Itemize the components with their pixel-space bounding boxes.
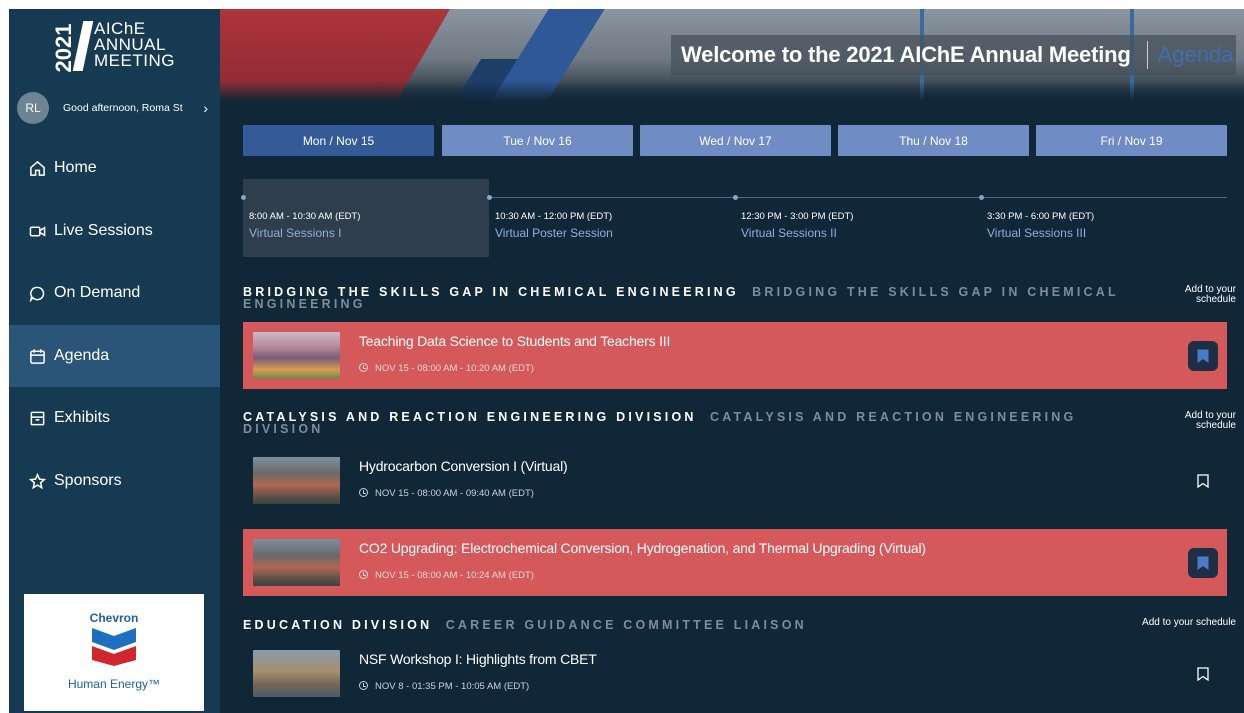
bookmark-button[interactable] [1188, 659, 1218, 689]
bookmark-icon [1197, 667, 1209, 681]
bookmark-button[interactable] [1188, 466, 1218, 496]
aiche-logo[interactable]: 2021 AIChE ANNUAL MEETING [51, 19, 194, 75]
app-window: 2021 AIChE ANNUAL MEETING RL Good aftern… [9, 9, 1244, 713]
add-to-schedule-link[interactable]: Add to your schedule [1185, 285, 1236, 305]
sponsor-tagline: Human Energy™ [67, 677, 161, 691]
sidebar-item-exhibits[interactable]: Exhibits [9, 387, 220, 449]
session-thumbnail [253, 332, 340, 379]
main-content: Welcome to the 2021 AIChE Annual Meeting… [220, 9, 1244, 713]
timeline-dot [979, 195, 984, 200]
avatar: RL [17, 92, 49, 124]
tab-thu-nov-18[interactable]: Thu / Nov 18 [838, 125, 1029, 156]
greeting-text: Good afternoon, Roma St [63, 102, 183, 114]
header-banner: Welcome to the 2021 AIChE Annual Meeting… [220, 9, 1244, 101]
sidebar-item-label: Live Sessions [54, 222, 153, 239]
sidebar-item-label: Agenda [54, 347, 110, 364]
session-title: Hydrocarbon Conversion I (Virtual) [359, 458, 568, 474]
tab-tue-nov-16[interactable]: Tue / Nov 16 [442, 125, 633, 156]
slot-title: Virtual Sessions II [741, 226, 837, 240]
slot-title: Virtual Sessions III [987, 226, 1087, 240]
section-title: EDUCATION DIVISION [243, 618, 433, 632]
add-to-schedule-link[interactable]: Add to your schedule [1185, 411, 1236, 431]
slot-title: Virtual Sessions I [249, 226, 342, 240]
session-thumbnail [253, 539, 340, 586]
exhibit-box-icon [28, 409, 46, 427]
sponsor-banner-chevron[interactable]: Chevron Human Energy™ [24, 594, 204, 711]
sidebar: 2021 AIChE ANNUAL MEETING RL Good aftern… [9, 9, 220, 713]
bookmark-icon [1197, 474, 1209, 488]
clock-icon [359, 488, 368, 497]
section-subtitle: CAREER GUIDANCE COMMITTEE LIAISON [445, 618, 807, 632]
clock-icon [359, 363, 368, 372]
bookmark-button[interactable] [1188, 548, 1218, 578]
timeline-dot [241, 195, 246, 200]
calendar-icon [28, 347, 46, 365]
session-time: NOV 15 - 08:00 AM - 10:24 AM (EDT) [359, 570, 534, 581]
section-heading: BRIDGING THE SKILLS GAP IN CHEMICAL ENGI… [243, 286, 1123, 311]
slot-title: Virtual Poster Session [495, 226, 613, 240]
user-greeting[interactable]: RL Good afternoon, Roma St › [17, 92, 212, 124]
session-time: NOV 15 - 08:00 AM - 09:40 AM (EDT) [359, 488, 534, 499]
bookmark-icon [1197, 556, 1209, 570]
session-thumbnail [253, 650, 340, 697]
slot-time: 8:00 AM - 10:30 AM (EDT) [249, 211, 361, 222]
divider [1146, 41, 1148, 69]
chat-bubble-icon [28, 284, 46, 302]
tab-fri-nov-19[interactable]: Fri / Nov 19 [1036, 125, 1227, 156]
sidebar-item-live-sessions[interactable]: Live Sessions [9, 200, 220, 262]
slot-time: 10:30 AM - 12:00 PM (EDT) [495, 211, 613, 222]
session-title: NSF Workshop I: Highlights from CBET [359, 651, 597, 667]
section-heading: EDUCATION DIVISION CAREER GUIDANCE COMMI… [243, 618, 1123, 632]
sidebar-item-on-demand[interactable]: On Demand [9, 262, 220, 324]
welcome-box: Welcome to the 2021 AIChE Annual Meeting… [671, 35, 1236, 75]
sidebar-item-agenda[interactable]: Agenda [9, 325, 220, 387]
session-title: Teaching Data Science to Students and Te… [359, 333, 671, 349]
session-time: NOV 15 - 08:00 AM - 10:20 AM (EDT) [359, 363, 534, 374]
session-row[interactable]: Teaching Data Science to Students and Te… [243, 322, 1227, 389]
home-icon [28, 159, 46, 177]
tab-wed-nov-17[interactable]: Wed / Nov 17 [640, 125, 831, 156]
slot-time: 12:30 PM - 3:00 PM (EDT) [741, 211, 854, 222]
logo-name: AIChE ANNUAL MEETING [94, 19, 175, 70]
clock-icon [359, 681, 368, 690]
video-icon [28, 222, 46, 240]
add-to-schedule-link[interactable]: Add to your schedule [1142, 618, 1236, 628]
page-title: Welcome to the 2021 AIChE Annual Meeting [681, 42, 1131, 67]
tab-mon-nov-15[interactable]: Mon / Nov 15 [243, 125, 434, 156]
session-time: NOV 8 - 01:35 PM - 10:05 AM (EDT) [359, 681, 529, 692]
section-heading: CATALYSIS AND REACTION ENGINEERING DIVIS… [243, 411, 1123, 436]
bookmark-icon [1197, 349, 1209, 363]
session-thumbnail [253, 457, 340, 504]
timeline-dot [733, 195, 738, 200]
page-subtitle: Agenda [1157, 42, 1234, 67]
sidebar-item-label: Exhibits [54, 409, 111, 426]
star-icon [28, 472, 46, 490]
sidebar-item-home[interactable]: Home [9, 137, 220, 199]
sidebar-item-label: Home [54, 159, 97, 176]
slot-time: 3:30 PM - 6:00 PM (EDT) [987, 211, 1095, 222]
sponsor-brand: Chevron [89, 611, 139, 625]
sidebar-item-label: On Demand [54, 284, 141, 301]
clock-icon [359, 570, 368, 579]
session-title: CO2 Upgrading: Electrochemical Conversio… [359, 540, 926, 556]
time-slot[interactable]: 3:30 PM - 6:00 PM (EDT) Virtual Sessions… [979, 179, 1227, 257]
session-row[interactable]: CO2 Upgrading: Electrochemical Conversio… [243, 529, 1227, 596]
bookmark-button[interactable] [1188, 341, 1218, 371]
sidebar-item-sponsors[interactable]: Sponsors [9, 450, 220, 512]
time-slot[interactable]: 10:30 AM - 12:00 PM (EDT) Virtual Poster… [487, 179, 735, 257]
chevron-logo-icon [92, 628, 136, 666]
time-slot[interactable]: 12:30 PM - 3:00 PM (EDT) Virtual Session… [733, 179, 981, 257]
timeline-dot [487, 195, 492, 200]
chevron-right-icon: › [203, 100, 208, 116]
session-row[interactable]: NSF Workshop I: Highlights from CBET NOV… [243, 640, 1227, 707]
sidebar-item-label: Sponsors [54, 472, 122, 489]
time-slot[interactable]: 8:00 AM - 10:30 AM (EDT) Virtual Session… [241, 179, 489, 257]
session-row[interactable]: Hydrocarbon Conversion I (Virtual) NOV 1… [243, 447, 1227, 514]
